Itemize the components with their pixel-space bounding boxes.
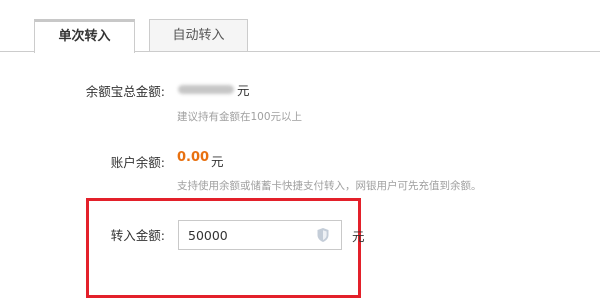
shield-icon bbox=[317, 228, 329, 242]
tab-single-transfer[interactable]: 单次转入 bbox=[34, 19, 135, 53]
transfer-amount-label: 转入金额: bbox=[110, 228, 165, 243]
total-balance-hint: 建议持有金额在100元以上 bbox=[177, 111, 303, 123]
account-balance-label: 账户余额: bbox=[110, 155, 165, 170]
account-balance-unit: 元 bbox=[211, 154, 224, 169]
account-balance-value: 0.00 bbox=[177, 150, 210, 165]
transfer-amount-unit: 元 bbox=[352, 229, 365, 244]
total-balance-unit: 元 bbox=[237, 83, 250, 98]
tab-bar: 单次转入 自动转入 bbox=[0, 0, 600, 53]
account-balance-hint: 支持使用余额或储蓄卡快捷支付转入，网银用户可先充值到余额。 bbox=[177, 180, 482, 192]
total-balance-label: 余额宝总金额: bbox=[85, 84, 165, 99]
blurred-total-balance-value bbox=[178, 85, 234, 94]
tab-auto-transfer[interactable]: 自动转入 bbox=[149, 19, 248, 52]
